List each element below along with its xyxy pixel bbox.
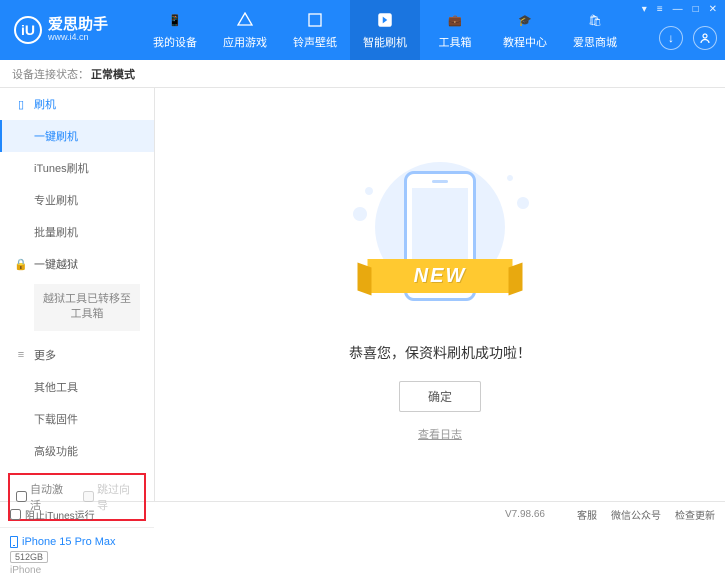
block-itunes-checkbox[interactable]: 阻止iTunes运行	[10, 507, 95, 522]
flash-icon	[375, 10, 395, 30]
success-illustration: NEW	[355, 147, 525, 327]
more-icon: ≡	[14, 349, 28, 361]
store-icon: 🛍	[585, 10, 605, 30]
nav-store[interactable]: 🛍爱思商城	[560, 0, 630, 60]
status-bar: 设备连接状态： 正常模式	[0, 60, 725, 88]
footer-update[interactable]: 检查更新	[675, 507, 715, 522]
sidebar-item-advanced[interactable]: 高级功能	[0, 435, 154, 467]
sidebar-item-firmware[interactable]: 下载固件	[0, 403, 154, 435]
phone-icon: ▯	[14, 98, 28, 111]
new-ribbon: NEW	[368, 259, 513, 293]
logo-area: iU 爱思助手 www.i4.cn	[0, 16, 140, 44]
logo-icon: iU	[14, 16, 42, 44]
app-url: www.i4.cn	[48, 33, 108, 43]
nav-ringtones[interactable]: 铃声壁纸	[280, 0, 350, 60]
status-label: 设备连接状态：	[12, 66, 89, 82]
close-icon[interactable]: ✕	[707, 4, 719, 15]
window-controls: ▾ ≡ — □ ✕	[640, 4, 719, 15]
sidebar-jailbreak-notice[interactable]: 越狱工具已转移至工具箱	[34, 284, 140, 331]
nav-apps[interactable]: 应用游戏	[210, 0, 280, 60]
apps-icon	[235, 10, 255, 30]
sidebar: ▯刷机 一键刷机 iTunes刷机 专业刷机 批量刷机 🔒一键越狱 越狱工具已转…	[0, 88, 155, 501]
tutorial-icon: 🎓	[515, 10, 535, 30]
sidebar-item-oneclick[interactable]: 一键刷机	[0, 120, 154, 152]
footer-wechat[interactable]: 微信公众号	[611, 507, 661, 522]
success-message: 恭喜您，保资料刷机成功啦！	[349, 343, 531, 363]
sidebar-jailbreak-header[interactable]: 🔒一键越狱	[0, 248, 154, 280]
confirm-button[interactable]: 确定	[399, 381, 481, 412]
toolbox-icon: 💼	[445, 10, 465, 30]
sidebar-item-itunes[interactable]: iTunes刷机	[0, 152, 154, 184]
wallpaper-icon	[305, 10, 325, 30]
nav-flash[interactable]: 智能刷机	[350, 0, 420, 60]
user-button[interactable]	[693, 26, 717, 50]
sidebar-item-batch[interactable]: 批量刷机	[0, 216, 154, 248]
maximize-icon[interactable]: □	[691, 4, 701, 15]
nav-my-device[interactable]: 📱我的设备	[140, 0, 210, 60]
device-info[interactable]: iPhone 15 Pro Max 512GB iPhone	[0, 527, 154, 584]
footer-support[interactable]: 客服	[577, 507, 597, 522]
sidebar-flash-header[interactable]: ▯刷机	[0, 88, 154, 120]
menu-icon[interactable]: ▾	[640, 4, 649, 15]
nav-toolbox[interactable]: 💼工具箱	[420, 0, 490, 60]
main-content: NEW 恭喜您，保资料刷机成功啦！ 确定 查看日志	[155, 88, 725, 501]
download-button[interactable]: ↓	[659, 26, 683, 50]
list-icon[interactable]: ≡	[655, 4, 665, 15]
phone-icon	[10, 536, 18, 548]
lock-icon: 🔒	[14, 258, 28, 271]
device-icon: 📱	[165, 10, 185, 30]
status-value: 正常模式	[91, 66, 135, 82]
device-storage: 512GB	[10, 551, 48, 563]
nav-tutorials[interactable]: 🎓教程中心	[490, 0, 560, 60]
main-nav: 📱我的设备 应用游戏 铃声壁纸 智能刷机 💼工具箱 🎓教程中心 🛍爱思商城	[140, 0, 630, 60]
device-type: iPhone	[10, 565, 144, 576]
view-log-link[interactable]: 查看日志	[418, 426, 462, 442]
device-name: iPhone 15 Pro Max	[22, 536, 116, 548]
version-label: V7.98.66	[505, 509, 545, 520]
minimize-icon[interactable]: —	[671, 4, 685, 15]
sidebar-item-pro[interactable]: 专业刷机	[0, 184, 154, 216]
sidebar-more-header[interactable]: ≡更多	[0, 339, 154, 371]
sidebar-item-other[interactable]: 其他工具	[0, 371, 154, 403]
app-title: 爱思助手	[48, 17, 108, 34]
app-header: iU 爱思助手 www.i4.cn 📱我的设备 应用游戏 铃声壁纸 智能刷机 💼…	[0, 0, 725, 60]
